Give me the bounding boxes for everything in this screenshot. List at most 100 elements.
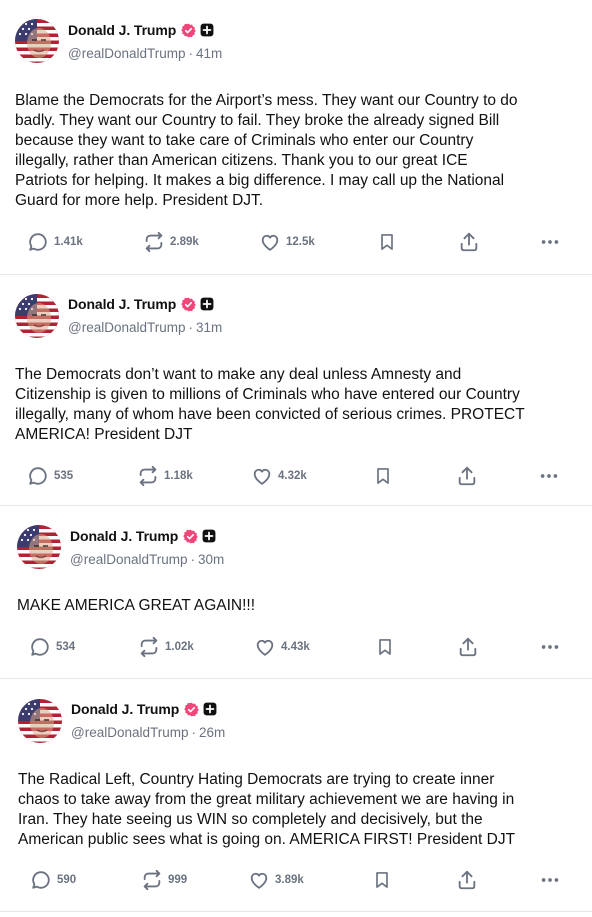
author-handle[interactable]: @realDonaldTrump — [68, 320, 186, 335]
author-name[interactable]: Donald J. Trump — [68, 22, 176, 38]
action-bar: 535 1.18k 4.32k — [0, 462, 592, 490]
heart-icon — [254, 636, 276, 658]
more-button[interactable] — [538, 462, 560, 490]
share-button[interactable] — [457, 633, 479, 661]
reply-icon — [29, 636, 51, 658]
author-name[interactable]: Donald J. Trump — [68, 296, 176, 312]
repost-icon — [141, 869, 163, 891]
bookmark-icon — [372, 869, 392, 891]
verified-badge-icon — [181, 23, 196, 38]
action-bar: 590 999 3.89k — [0, 866, 592, 894]
heart-icon — [251, 465, 273, 487]
handle-line: @realDonaldTrump · 31m — [68, 320, 223, 335]
post-time[interactable]: 30m — [198, 552, 224, 567]
share-icon — [456, 465, 478, 487]
like-count: 3.89k — [275, 874, 304, 886]
bookmark-button[interactable] — [372, 866, 392, 894]
verified-badge-icon — [184, 702, 199, 717]
repost-button[interactable]: 1.02k — [138, 633, 194, 661]
post-time[interactable]: 41m — [196, 46, 222, 61]
reply-button[interactable]: 535 — [27, 462, 73, 490]
post-text: The Democrats don’t want to make any dea… — [15, 366, 525, 443]
like-button[interactable]: 4.43k — [254, 633, 310, 661]
plus-badge-icon — [200, 23, 214, 37]
bookmark-icon — [375, 636, 395, 658]
repost-button[interactable]: 1.18k — [137, 462, 193, 490]
verified-badge-icon — [181, 297, 196, 312]
author-row: Donald J. Trump — [68, 20, 214, 40]
like-count: 4.43k — [281, 641, 310, 653]
reply-count: 535 — [54, 470, 74, 482]
bookmark-icon — [377, 231, 397, 253]
post-text: MAKE AMERICA GREAT AGAIN!!! — [17, 597, 256, 614]
handle-line: @realDonaldTrump · 26m — [71, 725, 226, 740]
reply-icon — [27, 465, 49, 487]
repost-count: 2.89k — [170, 236, 199, 248]
bookmark-button[interactable] — [375, 633, 395, 661]
avatar[interactable] — [17, 525, 61, 569]
more-button[interactable] — [539, 633, 561, 661]
post[interactable]: Donald J. Trump @realDonaldTrump · 30m MAK… — [0, 506, 592, 678]
avatar[interactable] — [18, 699, 62, 743]
repost-icon — [143, 231, 165, 253]
repost-button[interactable]: 2.89k — [143, 228, 199, 256]
more-icon — [539, 636, 561, 658]
bookmark-icon — [373, 465, 393, 487]
like-count: 4.32k — [278, 470, 307, 482]
heart-icon — [248, 869, 270, 891]
share-icon — [457, 636, 479, 658]
plus-badge-icon — [203, 702, 217, 716]
post-text: The Radical Left, Country Hating Democra… — [18, 771, 516, 848]
repost-button[interactable]: 999 — [141, 866, 187, 894]
repost-icon — [137, 465, 159, 487]
reply-icon — [27, 231, 49, 253]
like-button[interactable]: 4.32k — [251, 462, 307, 490]
more-icon — [538, 465, 560, 487]
author-name[interactable]: Donald J. Trump — [71, 701, 179, 717]
repost-count: 1.18k — [164, 470, 193, 482]
action-bar: 1.41k 2.89k 12.5k — [0, 228, 592, 256]
more-button[interactable] — [539, 228, 561, 256]
repost-icon — [138, 636, 160, 658]
author-name[interactable]: Donald J. Trump — [70, 528, 178, 544]
post-feed: Donald J. Trump @realDonaldTrump · 41m Bla… — [0, 0, 592, 917]
reply-count: 590 — [57, 874, 77, 886]
more-icon — [539, 231, 561, 253]
reply-button[interactable]: 534 — [29, 633, 75, 661]
bookmark-button[interactable] — [373, 462, 393, 490]
post-time[interactable]: 26m — [199, 725, 225, 740]
repost-count: 999 — [168, 874, 188, 886]
avatar[interactable] — [15, 294, 59, 338]
verified-badge-icon — [183, 529, 198, 544]
post-text: Blame the Democrats for the Airport’s me… — [15, 92, 518, 209]
more-icon — [539, 869, 561, 891]
reply-icon — [30, 869, 52, 891]
reply-count: 534 — [56, 641, 76, 653]
more-button[interactable] — [539, 866, 561, 894]
avatar[interactable] — [15, 19, 59, 63]
post-time[interactable]: 31m — [196, 320, 222, 335]
bookmark-button[interactable] — [377, 228, 397, 256]
like-count: 12.5k — [286, 236, 315, 248]
like-button[interactable]: 3.89k — [248, 866, 304, 894]
post[interactable]: Donald J. Trump @realDonaldTrump · 41m Bla… — [0, 0, 592, 274]
divider — [0, 911, 592, 912]
share-button[interactable] — [458, 228, 480, 256]
plus-badge-icon — [200, 297, 214, 311]
author-handle[interactable]: @realDonaldTrump — [68, 46, 186, 61]
reply-button[interactable]: 1.41k — [27, 228, 83, 256]
reply-button[interactable]: 590 — [30, 866, 76, 894]
share-button[interactable] — [456, 866, 478, 894]
author-row: Donald J. Trump — [71, 699, 217, 719]
action-bar: 534 1.02k 4.43k — [0, 633, 592, 661]
repost-count: 1.02k — [165, 641, 194, 653]
share-icon — [458, 231, 480, 253]
author-handle[interactable]: @realDonaldTrump — [71, 725, 189, 740]
post[interactable]: Donald J. Trump @realDonaldTrump · 31m The… — [0, 275, 592, 505]
handle-line: @realDonaldTrump · 41m — [68, 46, 223, 61]
post[interactable]: Donald J. Trump @realDonaldTrump · 26m The… — [0, 679, 592, 911]
like-button[interactable]: 12.5k — [259, 228, 315, 256]
handle-line: @realDonaldTrump · 30m — [70, 552, 225, 567]
share-button[interactable] — [456, 462, 478, 490]
author-handle[interactable]: @realDonaldTrump — [70, 552, 188, 567]
